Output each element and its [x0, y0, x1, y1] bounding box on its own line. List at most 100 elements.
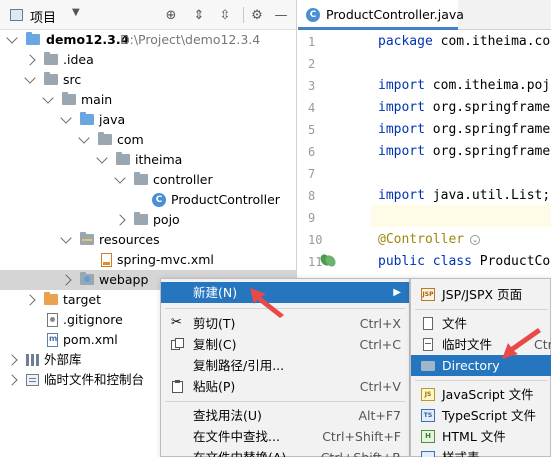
tab-productcontroller[interactable]: C ProductController.java — [298, 0, 464, 30]
minimize-icon[interactable]: — — [272, 6, 290, 24]
maven-file-icon — [47, 333, 58, 347]
submenu-divider — [415, 380, 548, 381]
menu-item-shortcut: Alt+F7 — [358, 408, 401, 423]
tree-item-label: src — [63, 72, 82, 87]
locate-icon[interactable]: ⊕ — [162, 6, 180, 24]
code-line: 6 import org.springframe — [298, 141, 551, 163]
code-line: 9 — [298, 207, 551, 229]
tree-item-resources[interactable]: resources — [0, 230, 296, 250]
chevron-down-icon[interactable] — [24, 72, 36, 84]
menu-item-label: 在文件中替换(A)... — [193, 447, 298, 457]
submenu-item-stylesheet[interactable]: 样式表 — [411, 447, 551, 457]
tree-item-controller[interactable]: controller — [0, 170, 296, 190]
css-file-icon — [421, 451, 435, 457]
menu-item-shortcut: Ctrl+Shift+R — [321, 447, 401, 457]
line-number: 6 — [308, 145, 316, 159]
folder-icon — [62, 92, 76, 105]
code-text: package com.itheima.co — [378, 31, 550, 53]
package-icon — [116, 152, 130, 165]
tree-item-label: com — [117, 132, 144, 147]
spring-bean-icon[interactable] — [318, 252, 338, 269]
submenu-item-typescript[interactable]: TS TypeScript 文件 — [411, 405, 551, 426]
chevron-right-icon[interactable] — [60, 274, 72, 286]
code-rest: java.util.List; — [424, 188, 551, 203]
new-submenu: JSP JSP/JSPX 页面 文件 临时文件 Ctrl Directory J… — [410, 278, 551, 457]
chevron-down-icon[interactable] — [6, 32, 18, 44]
keyword: import — [378, 188, 425, 203]
submenu-item-javascript[interactable]: JS JavaScript 文件 — [411, 384, 551, 405]
tree-item-main[interactable]: main — [0, 90, 296, 110]
code-rest: com.itheima.co — [432, 34, 551, 49]
chevron-down-icon[interactable] — [96, 152, 108, 164]
submenu-item-label: 样式表 — [442, 447, 480, 457]
menu-item-find-usages[interactable]: 查找用法(U) Alt+F7 — [161, 405, 409, 426]
tree-item-com[interactable]: com — [0, 130, 296, 150]
submenu-divider — [415, 309, 548, 310]
code-text: import org.springframe — [378, 141, 550, 163]
tree-item-productcontroller[interactable]: C ProductController — [0, 190, 296, 210]
code-line: 4 import org.springframe — [298, 97, 551, 119]
chevron-down-icon[interactable]: ▼ — [72, 7, 80, 18]
javascript-file-icon: JS — [421, 388, 435, 401]
menu-item-copy[interactable]: 复制(C) Ctrl+C — [161, 334, 409, 355]
tree-item-label: target — [63, 292, 102, 307]
package-icon — [134, 212, 148, 225]
chevron-right-icon[interactable] — [24, 294, 36, 306]
chevron-down-icon[interactable]: ⌄ — [470, 235, 480, 245]
menu-item-shortcut: Ctrl+X — [359, 316, 401, 331]
chevron-right-icon[interactable] — [6, 354, 18, 366]
tree-item-label: demo12.3.4 — [46, 32, 130, 47]
submenu-item-jsp[interactable]: JSP JSP/JSPX 页面 — [411, 284, 551, 305]
source-folder-icon — [80, 112, 94, 125]
chevron-right-icon[interactable] — [24, 54, 36, 66]
chevron-down-icon[interactable] — [60, 112, 72, 124]
tree-item-src[interactable]: src — [0, 70, 296, 90]
folder-icon — [421, 359, 435, 372]
tree-item-label: .gitignore — [63, 312, 123, 327]
chevron-right-icon[interactable] — [114, 214, 126, 226]
chevron-down-icon[interactable] — [42, 92, 54, 104]
code-rest: com.itheima.poj — [424, 78, 551, 93]
line-number: 1 — [308, 35, 316, 49]
code-line: 7 — [298, 163, 551, 185]
chevron-down-icon[interactable] — [60, 232, 72, 244]
tree-item-pojo[interactable]: pojo — [0, 210, 296, 230]
submenu-item-label: 文件 — [442, 316, 468, 331]
gear-icon[interactable]: ⚙ — [248, 6, 266, 24]
resources-folder-icon — [80, 232, 94, 245]
line-number: 2 — [308, 57, 316, 71]
code-line: 2 — [298, 53, 551, 75]
chevron-right-icon[interactable] — [6, 374, 18, 386]
submenu-item-html[interactable]: H HTML 文件 — [411, 426, 551, 447]
submenu-item-label: Directory — [442, 358, 500, 373]
gitignore-file-icon — [47, 313, 58, 327]
line-number: 4 — [308, 101, 316, 115]
tree-item-label: .idea — [63, 52, 94, 67]
folder-icon — [44, 52, 58, 65]
expand-all-icon[interactable]: ⇕ — [190, 6, 208, 24]
tree-item-spring-mvc[interactable]: spring-mvc.xml — [0, 250, 296, 270]
html-file-icon: H — [421, 430, 435, 443]
menu-item-paste[interactable]: 粘贴(P) Ctrl+V — [161, 376, 409, 397]
menu-item-find-in-files[interactable]: 在文件中查找... Ctrl+Shift+F — [161, 426, 409, 447]
copy-icon — [171, 338, 185, 351]
annotation-text: @Controller — [378, 232, 465, 247]
chevron-down-icon[interactable] — [78, 132, 90, 144]
jsp-file-icon: JSP — [421, 288, 435, 301]
tree-item-demo[interactable]: demo12.3.4 D:\Project\demo12.3.4 — [0, 30, 296, 50]
chevron-down-icon[interactable] — [114, 172, 126, 184]
menu-item-replace-in-files[interactable]: 在文件中替换(A)... Ctrl+Shift+R — [161, 447, 409, 457]
menu-item-copy-path[interactable]: 复制路径/引用... — [161, 355, 409, 376]
clipboard-icon — [171, 380, 185, 393]
keyword: package — [378, 34, 433, 49]
tree-item-label: webapp — [99, 272, 149, 287]
tree-item-java[interactable]: java — [0, 110, 296, 130]
submenu-item-label: HTML 文件 — [442, 429, 506, 444]
tree-item-idea[interactable]: .idea — [0, 50, 296, 70]
collapse-all-icon[interactable]: ⇳ — [216, 6, 234, 24]
tree-item-label: itheima — [135, 152, 183, 167]
tree-item-itheima[interactable]: itheima — [0, 150, 296, 170]
chevron-right-icon: ▶ — [393, 287, 401, 298]
project-panel-title[interactable]: 项目 — [30, 7, 56, 26]
java-class-icon: C — [306, 8, 320, 22]
